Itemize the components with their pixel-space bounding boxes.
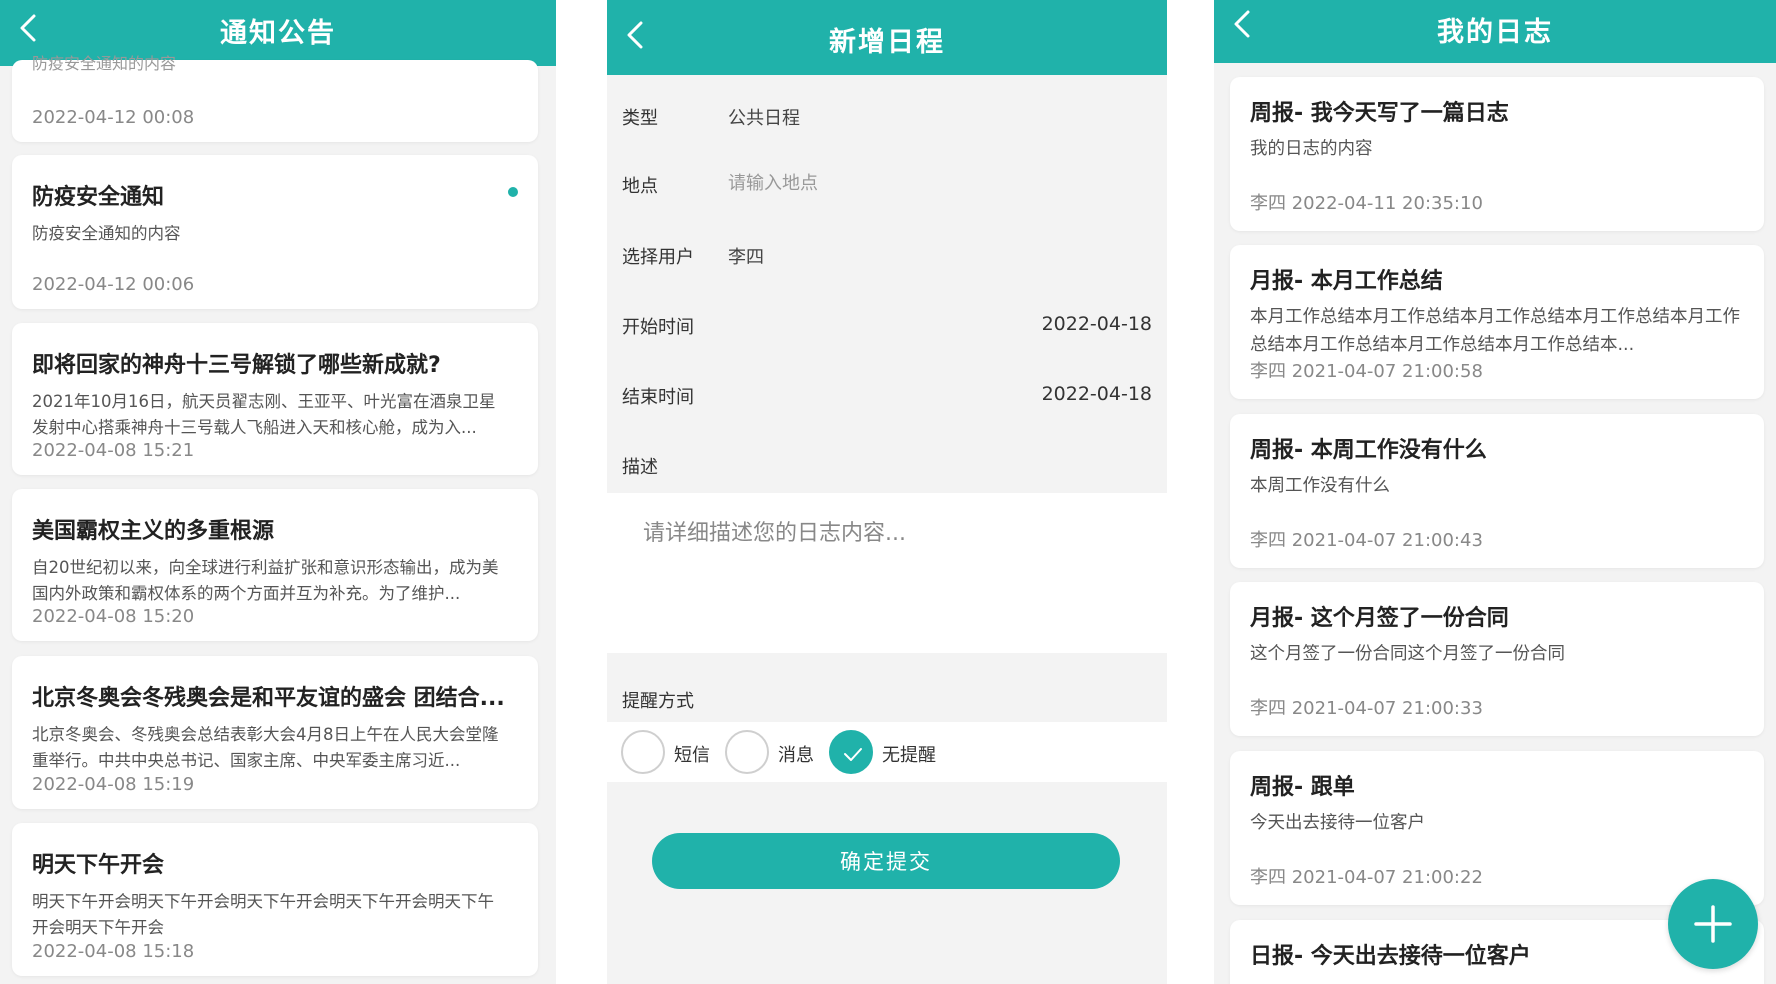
my-logs-screen: 我的日志 周报- 我今天写了一篇日志 我的日志的内容 李四 2022-04-11…	[1214, 0, 1776, 984]
submit-button[interactable]: 确定提交	[652, 833, 1120, 889]
user-value[interactable]: 李四	[728, 243, 764, 269]
notice-card[interactable]: 防疫安全通知 防疫安全通知的内容 2022-04-12 00:06	[12, 155, 538, 309]
notice-title: 北京冬奥会冬残奥会是和平友谊的盛会 团结合...	[32, 686, 505, 711]
new-schedule-screen: 新增日程 类型 公共日程 地点 选择用户 李四 开始时间 2022-04-18 …	[607, 0, 1167, 984]
end-time-row[interactable]: 结束时间 2022-04-18	[607, 361, 1167, 431]
notices-screen: 通知公告 防疫安全通知的内容 2022-04-12 00:08 防疫安全通知 防…	[0, 0, 556, 984]
logs-header: 我的日志	[1214, 0, 1776, 63]
start-time-label: 开始时间	[622, 317, 694, 338]
notice-summary: 2021年10月16日，航天员翟志刚、王亚平、叶光富在酒泉卫星发射中心搭乘神舟十…	[32, 392, 496, 437]
log-card[interactable]: 周报- 跟单 今天出去接待一位客户 李四 2021-04-07 21:00:22	[1230, 751, 1764, 905]
page-title: 通知公告	[220, 18, 336, 49]
notice-clipped-text: 防疫安全通知的内容	[32, 54, 177, 73]
log-meta: 李四 2021-04-07 21:00:33	[1250, 698, 1483, 719]
type-label: 类型	[622, 108, 658, 129]
location-label: 地点	[622, 176, 658, 197]
log-title: 周报- 我今天写了一篇日志	[1250, 101, 1509, 126]
log-meta: 李四 2021-04-07 21:00:22	[1250, 867, 1483, 888]
log-card[interactable]: 月报- 本月工作总结 本月工作总结本月工作总结本月工作总结本月工作总结本月工作总…	[1230, 245, 1764, 399]
log-summary: 本月工作总结本月工作总结本月工作总结本月工作总结本月工作总结本月工作总结本月工作…	[1250, 307, 1740, 355]
log-title: 月报- 这个月签了一份合同	[1250, 606, 1509, 631]
log-meta: 李四 2022-04-11 20:35:10	[1250, 193, 1483, 214]
log-title: 周报- 本周工作没有什么	[1250, 438, 1487, 463]
notice-summary: 防疫安全通知的内容	[32, 224, 181, 243]
location-input[interactable]	[728, 168, 1028, 198]
description-textarea[interactable]	[643, 515, 1123, 625]
notice-date: 2022-04-12 00:08	[32, 107, 195, 128]
end-time-value[interactable]: 2022-04-18	[1042, 383, 1152, 405]
notice-date: 2022-04-08 15:18	[32, 941, 195, 962]
remind-option-label: 短信	[674, 745, 710, 766]
log-summary: 这个月签了一份合同这个月签了一份合同	[1250, 644, 1565, 664]
type-row[interactable]: 类型 公共日程	[607, 82, 1167, 152]
log-summary: 今天出去接待一位客户	[1250, 813, 1425, 833]
start-time-value[interactable]: 2022-04-18	[1042, 313, 1152, 335]
description-box	[607, 493, 1167, 653]
page-title: 新增日程	[829, 27, 945, 58]
notice-title: 明天下午开会	[32, 853, 165, 878]
notice-card[interactable]: 防疫安全通知的内容 2022-04-12 00:08	[12, 54, 538, 142]
start-time-row[interactable]: 开始时间 2022-04-18	[607, 291, 1167, 361]
remind-option-message[interactable]: 消息	[725, 730, 825, 774]
radio-unchecked-icon	[725, 730, 769, 774]
plus-icon	[1694, 905, 1732, 943]
log-card[interactable]: 周报- 我今天写了一篇日志 我的日志的内容 李四 2022-04-11 20:3…	[1230, 77, 1764, 231]
notice-card[interactable]: 明天下午开会 明天下午开会明天下午开会明天下午开会明天下午开会明天下午开会明天下…	[12, 823, 538, 976]
log-card[interactable]: 周报- 本周工作没有什么 本周工作没有什么 李四 2021-04-07 21:0…	[1230, 414, 1764, 568]
remind-options: 短信 消息 无提醒	[607, 722, 1167, 782]
log-title: 周报- 跟单	[1250, 775, 1355, 800]
type-value[interactable]: 公共日程	[728, 104, 800, 130]
unread-dot-icon	[508, 187, 518, 197]
notice-title: 美国霸权主义的多重根源	[32, 519, 275, 544]
log-title: 月报- 本月工作总结	[1250, 269, 1443, 294]
end-time-label: 结束时间	[622, 387, 694, 408]
notice-card[interactable]: 美国霸权主义的多重根源 自20世纪初以来，向全球进行利益扩张和意识形态输出，成为…	[12, 489, 538, 641]
notice-date: 2022-04-08 15:20	[32, 606, 195, 627]
log-meta: 李四 2021-04-07 21:00:43	[1250, 530, 1483, 551]
user-row[interactable]: 选择用户 李四	[607, 221, 1167, 291]
notice-title: 防疫安全通知	[32, 185, 165, 210]
remind-option-none[interactable]: 无提醒	[829, 730, 949, 774]
log-summary: 本周工作没有什么	[1250, 476, 1390, 496]
log-meta: 李四 2021-04-07 21:00:58	[1250, 361, 1483, 382]
log-title: 日报- 今天出去接待一位客户	[1250, 944, 1531, 969]
notice-date: 2022-04-12 00:06	[32, 274, 195, 295]
notice-card[interactable]: 即将回家的神舟十三号解锁了哪些新成就? 2021年10月16日，航天员翟志刚、王…	[12, 323, 538, 475]
description-row: 描述	[607, 431, 1167, 501]
location-row: 地点	[607, 150, 1167, 220]
radio-unchecked-icon	[621, 730, 665, 774]
notice-summary: 北京冬奥会、冬残奥会总结表彰大会4月8日上午在人民大会堂隆重举行。中共中央总书记…	[32, 725, 499, 770]
log-card[interactable]: 月报- 这个月签了一份合同 这个月签了一份合同这个月签了一份合同 李四 2021…	[1230, 582, 1764, 736]
radio-checked-icon	[829, 730, 873, 774]
add-log-button[interactable]	[1668, 879, 1758, 969]
notice-summary: 明天下午开会明天下午开会明天下午开会明天下午开会明天下午开会明天下午开会	[32, 892, 494, 937]
user-label: 选择用户	[622, 247, 694, 268]
notice-summary: 自20世纪初以来，向全球进行利益扩张和意识形态输出，成为美国内外政策和霸权体系的…	[32, 558, 499, 603]
remind-option-label: 无提醒	[882, 745, 936, 766]
notice-date: 2022-04-08 15:19	[32, 774, 195, 795]
remind-label: 提醒方式	[622, 691, 694, 712]
page-title: 我的日志	[1437, 17, 1553, 48]
notice-card[interactable]: 北京冬奥会冬残奥会是和平友谊的盛会 团结合... 北京冬奥会、冬残奥会总结表彰大…	[12, 656, 538, 809]
remind-option-sms[interactable]: 短信	[621, 730, 721, 774]
remind-option-label: 消息	[778, 745, 814, 766]
log-summary: 我的日志的内容	[1250, 139, 1373, 159]
description-label: 描述	[622, 457, 658, 478]
schedule-header: 新增日程	[607, 0, 1167, 75]
notice-date: 2022-04-08 15:21	[32, 440, 195, 461]
notice-title: 即将回家的神舟十三号解锁了哪些新成就?	[32, 353, 441, 378]
